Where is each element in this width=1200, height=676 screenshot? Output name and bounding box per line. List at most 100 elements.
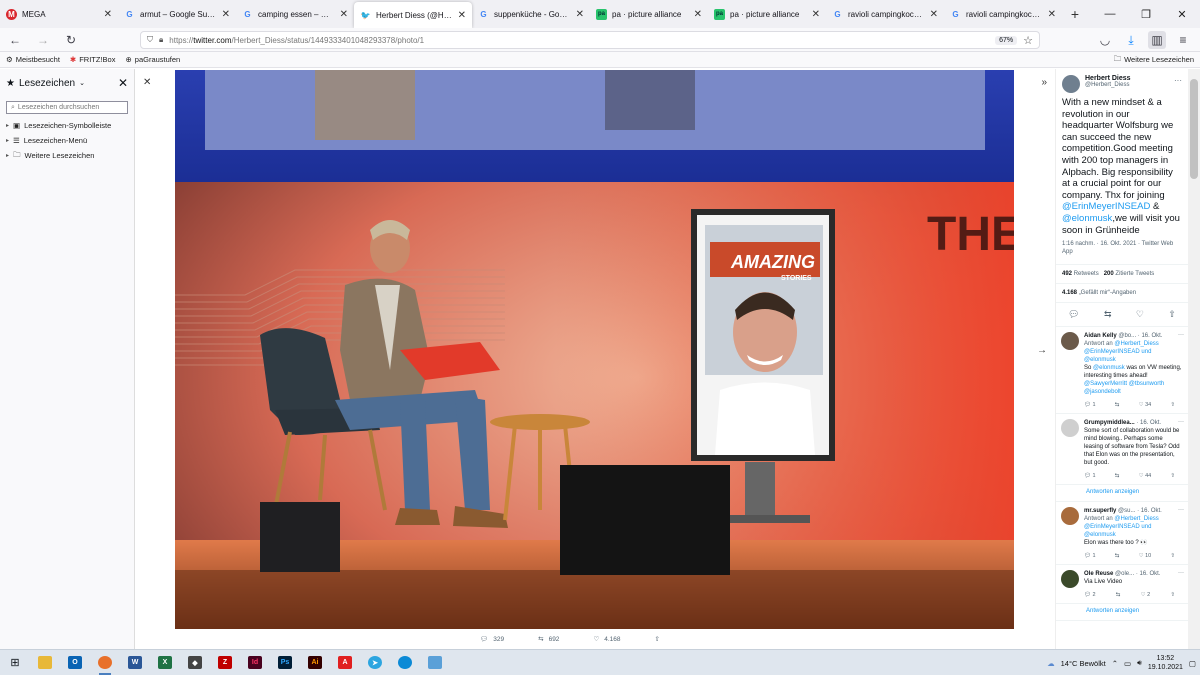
reply-item[interactable]: Grumpymiddlea... · 16. Okt. Some sort of …	[1056, 414, 1188, 486]
windows-start-icon[interactable]: ⊞	[0, 650, 30, 676]
sidebar-item-toolbar[interactable]: ▸ ▣ Lesezeichen-Symbolleiste	[0, 118, 134, 133]
forward-icon[interactable]: →	[34, 31, 52, 49]
indesign-icon[interactable]: Id	[240, 650, 270, 676]
chevron-up-icon[interactable]: ⌃	[1112, 659, 1118, 668]
avatar[interactable]	[1061, 507, 1079, 526]
tweet-meta[interactable]: 1:16 nachm. · 16. Okt. 2021 · Twitter We…	[1056, 236, 1188, 256]
scrollbar[interactable]	[1188, 69, 1200, 649]
close-tab-icon[interactable]: ✕	[930, 9, 938, 20]
minimize-icon[interactable]: —	[1092, 0, 1128, 28]
tab-1[interactable]: Garmut – Google Suche ✕	[118, 0, 236, 28]
close-window-icon[interactable]: ✕	[1164, 0, 1200, 28]
bookmark-pagraustufen[interactable]: ⊕ paGraustufen	[125, 55, 180, 64]
heart-icon[interactable]: ♡ 2	[1141, 591, 1151, 599]
tab-7[interactable]: Gravioli campingkocher - ✕	[826, 0, 944, 28]
heart-icon[interactable]: ♡ 34	[1139, 401, 1152, 409]
avatar[interactable]	[1062, 75, 1080, 93]
bookmark-meistbesucht[interactable]: ⚙ Meistbesucht	[6, 55, 60, 64]
close-tab-icon[interactable]: ✕	[694, 9, 702, 20]
tab-4[interactable]: Gsuppenküche - Google S ✕	[472, 0, 590, 28]
network-icon[interactable]: ▭	[1124, 659, 1131, 668]
reply-icon[interactable]: 💬︎ 1	[1084, 472, 1096, 480]
reply-icon[interactable]: 💬︎ 1	[1084, 552, 1096, 560]
retweet-icon[interactable]: ⇆	[1116, 591, 1121, 599]
show-replies-link[interactable]: Antworten anzeigen	[1056, 485, 1188, 503]
tab-6[interactable]: pa pa · picture alliance ✕	[708, 0, 826, 28]
more-icon[interactable]: ···	[1178, 570, 1184, 576]
reply-icon[interactable]: 💬︎	[1068, 309, 1079, 320]
more-icon[interactable]: ···	[1178, 507, 1184, 513]
reply-tags[interactable]: @SawyerMerritt @tbsunworth @jasondebolt	[1084, 380, 1183, 396]
close-icon[interactable]: ✕	[118, 76, 128, 90]
edge-icon[interactable]	[390, 650, 420, 676]
reply-icon[interactable]: 💬︎ 1	[1084, 401, 1096, 409]
share-icon[interactable]: ⇧	[1170, 401, 1175, 409]
tab-3[interactable]: 🐦 Herbert Diess (@Herbert ✕	[354, 2, 472, 28]
collapse-icon[interactable]: »	[1041, 77, 1047, 88]
heart-icon[interactable]: ♡ 10	[1139, 552, 1152, 560]
filezilla-icon[interactable]: Z	[210, 650, 240, 676]
retweet-icon[interactable]: ⇆	[1115, 401, 1120, 409]
reply-author[interactable]: mr.superfly	[1084, 508, 1116, 514]
close-tab-icon[interactable]: ✕	[812, 9, 820, 20]
maximize-icon[interactable]: ❐	[1128, 0, 1164, 28]
reply-author[interactable]: Aidan Kelly	[1084, 333, 1117, 339]
url-bar[interactable]: ⛉ 🔒︎ https://twitter.com/Herbert_Diess/s…	[140, 31, 1040, 49]
show-replies-link[interactable]: Antworten anzeigen	[1056, 604, 1188, 622]
close-tab-icon[interactable]: ✕	[1048, 9, 1056, 20]
back-icon[interactable]: ←	[6, 31, 24, 49]
reply-author[interactable]: Ole Reuse	[1084, 571, 1113, 577]
close-tab-icon[interactable]: ✕	[104, 9, 112, 20]
more-icon[interactable]: ···	[1178, 419, 1184, 425]
outlook-icon[interactable]: O	[60, 650, 90, 676]
app-icon[interactable]: ◆	[180, 650, 210, 676]
retweet-count[interactable]: 492 Retweets	[1062, 271, 1099, 277]
file-explorer-icon[interactable]	[30, 650, 60, 676]
pocket-icon[interactable]: ◡	[1096, 31, 1114, 49]
scrollbar-thumb[interactable]	[1190, 79, 1198, 179]
chevron-down-icon[interactable]: ⌄	[79, 79, 85, 87]
close-icon[interactable]: ✕	[143, 77, 151, 88]
shield-icon[interactable]: ⛉	[147, 35, 153, 45]
heart-icon[interactable]: ♡	[1136, 309, 1144, 320]
reply-item[interactable]: mr.superfly @su... · 16. Okt. Antwort an …	[1056, 502, 1188, 566]
avatar[interactable]	[1061, 332, 1079, 351]
weather-text[interactable]: 14°C Bewölkt	[1061, 659, 1106, 668]
tab-2[interactable]: Gcamping essen – Google ✕	[236, 0, 354, 28]
retweet-icon[interactable]: ⇆	[1104, 309, 1112, 320]
next-photo-icon[interactable]: →	[1037, 345, 1047, 356]
reply-icon[interactable]: 💬︎ 2	[1084, 591, 1096, 599]
sidebar-item-other[interactable]: ▸ 🗀 Weitere Lesezeichen	[0, 148, 134, 163]
firefox-icon[interactable]	[90, 650, 120, 676]
bookmark-fritzbox[interactable]: ✱ FRITZ!Box	[70, 55, 116, 64]
downloads-icon[interactable]: ⤓	[1122, 31, 1140, 49]
tab-0[interactable]: M MEGA ✕	[0, 0, 118, 28]
share-icon[interactable]: ⇧	[1168, 309, 1176, 320]
bookmark-star-icon[interactable]: ☆	[1023, 34, 1033, 47]
avatar[interactable]	[1061, 570, 1079, 589]
lock-icon[interactable]: 🔒︎	[159, 35, 163, 45]
close-tab-icon[interactable]: ✕	[576, 9, 584, 20]
share-action[interactable]: ⇧	[655, 635, 660, 643]
clock[interactable]: 13:52 19.10.2021	[1148, 654, 1183, 672]
close-tab-icon[interactable]: ✕	[340, 9, 348, 20]
heart-icon[interactable]: ♡ 44	[1139, 472, 1152, 480]
tab-8[interactable]: Gravioli campingkocher - ✕	[944, 0, 1062, 28]
retweet-icon[interactable]: ⇆	[1115, 552, 1120, 560]
telegram-icon[interactable]: ➤	[360, 650, 390, 676]
illustrator-icon[interactable]: Ai	[300, 650, 330, 676]
retweet-action[interactable]: ⇆ 692	[538, 635, 559, 644]
more-icon[interactable]: ···	[1178, 332, 1184, 338]
retweet-icon[interactable]: ⇆	[1115, 472, 1120, 480]
reply-author[interactable]: Grumpymiddlea...	[1084, 420, 1135, 426]
sidebar-toggle-icon[interactable]: ▥	[1148, 31, 1166, 49]
acrobat-icon[interactable]: A	[330, 650, 360, 676]
tab-5[interactable]: pa pa · picture alliance ✕	[590, 0, 708, 28]
author-name[interactable]: Herbert Diess	[1085, 75, 1131, 82]
reply-item[interactable]: Aidan Kelly @bo... · 16. Okt. Antwort an …	[1056, 327, 1188, 415]
notepad-icon[interactable]	[420, 650, 450, 676]
mention-link[interactable]: @ErinMeyerINSEAD	[1062, 201, 1150, 212]
mention-link[interactable]: @elonmusk	[1062, 213, 1112, 224]
sidebar-item-menu[interactable]: ▸ ☰ Lesezeichen-Menü	[0, 133, 134, 148]
notification-icon[interactable]: ▢	[1189, 659, 1196, 668]
